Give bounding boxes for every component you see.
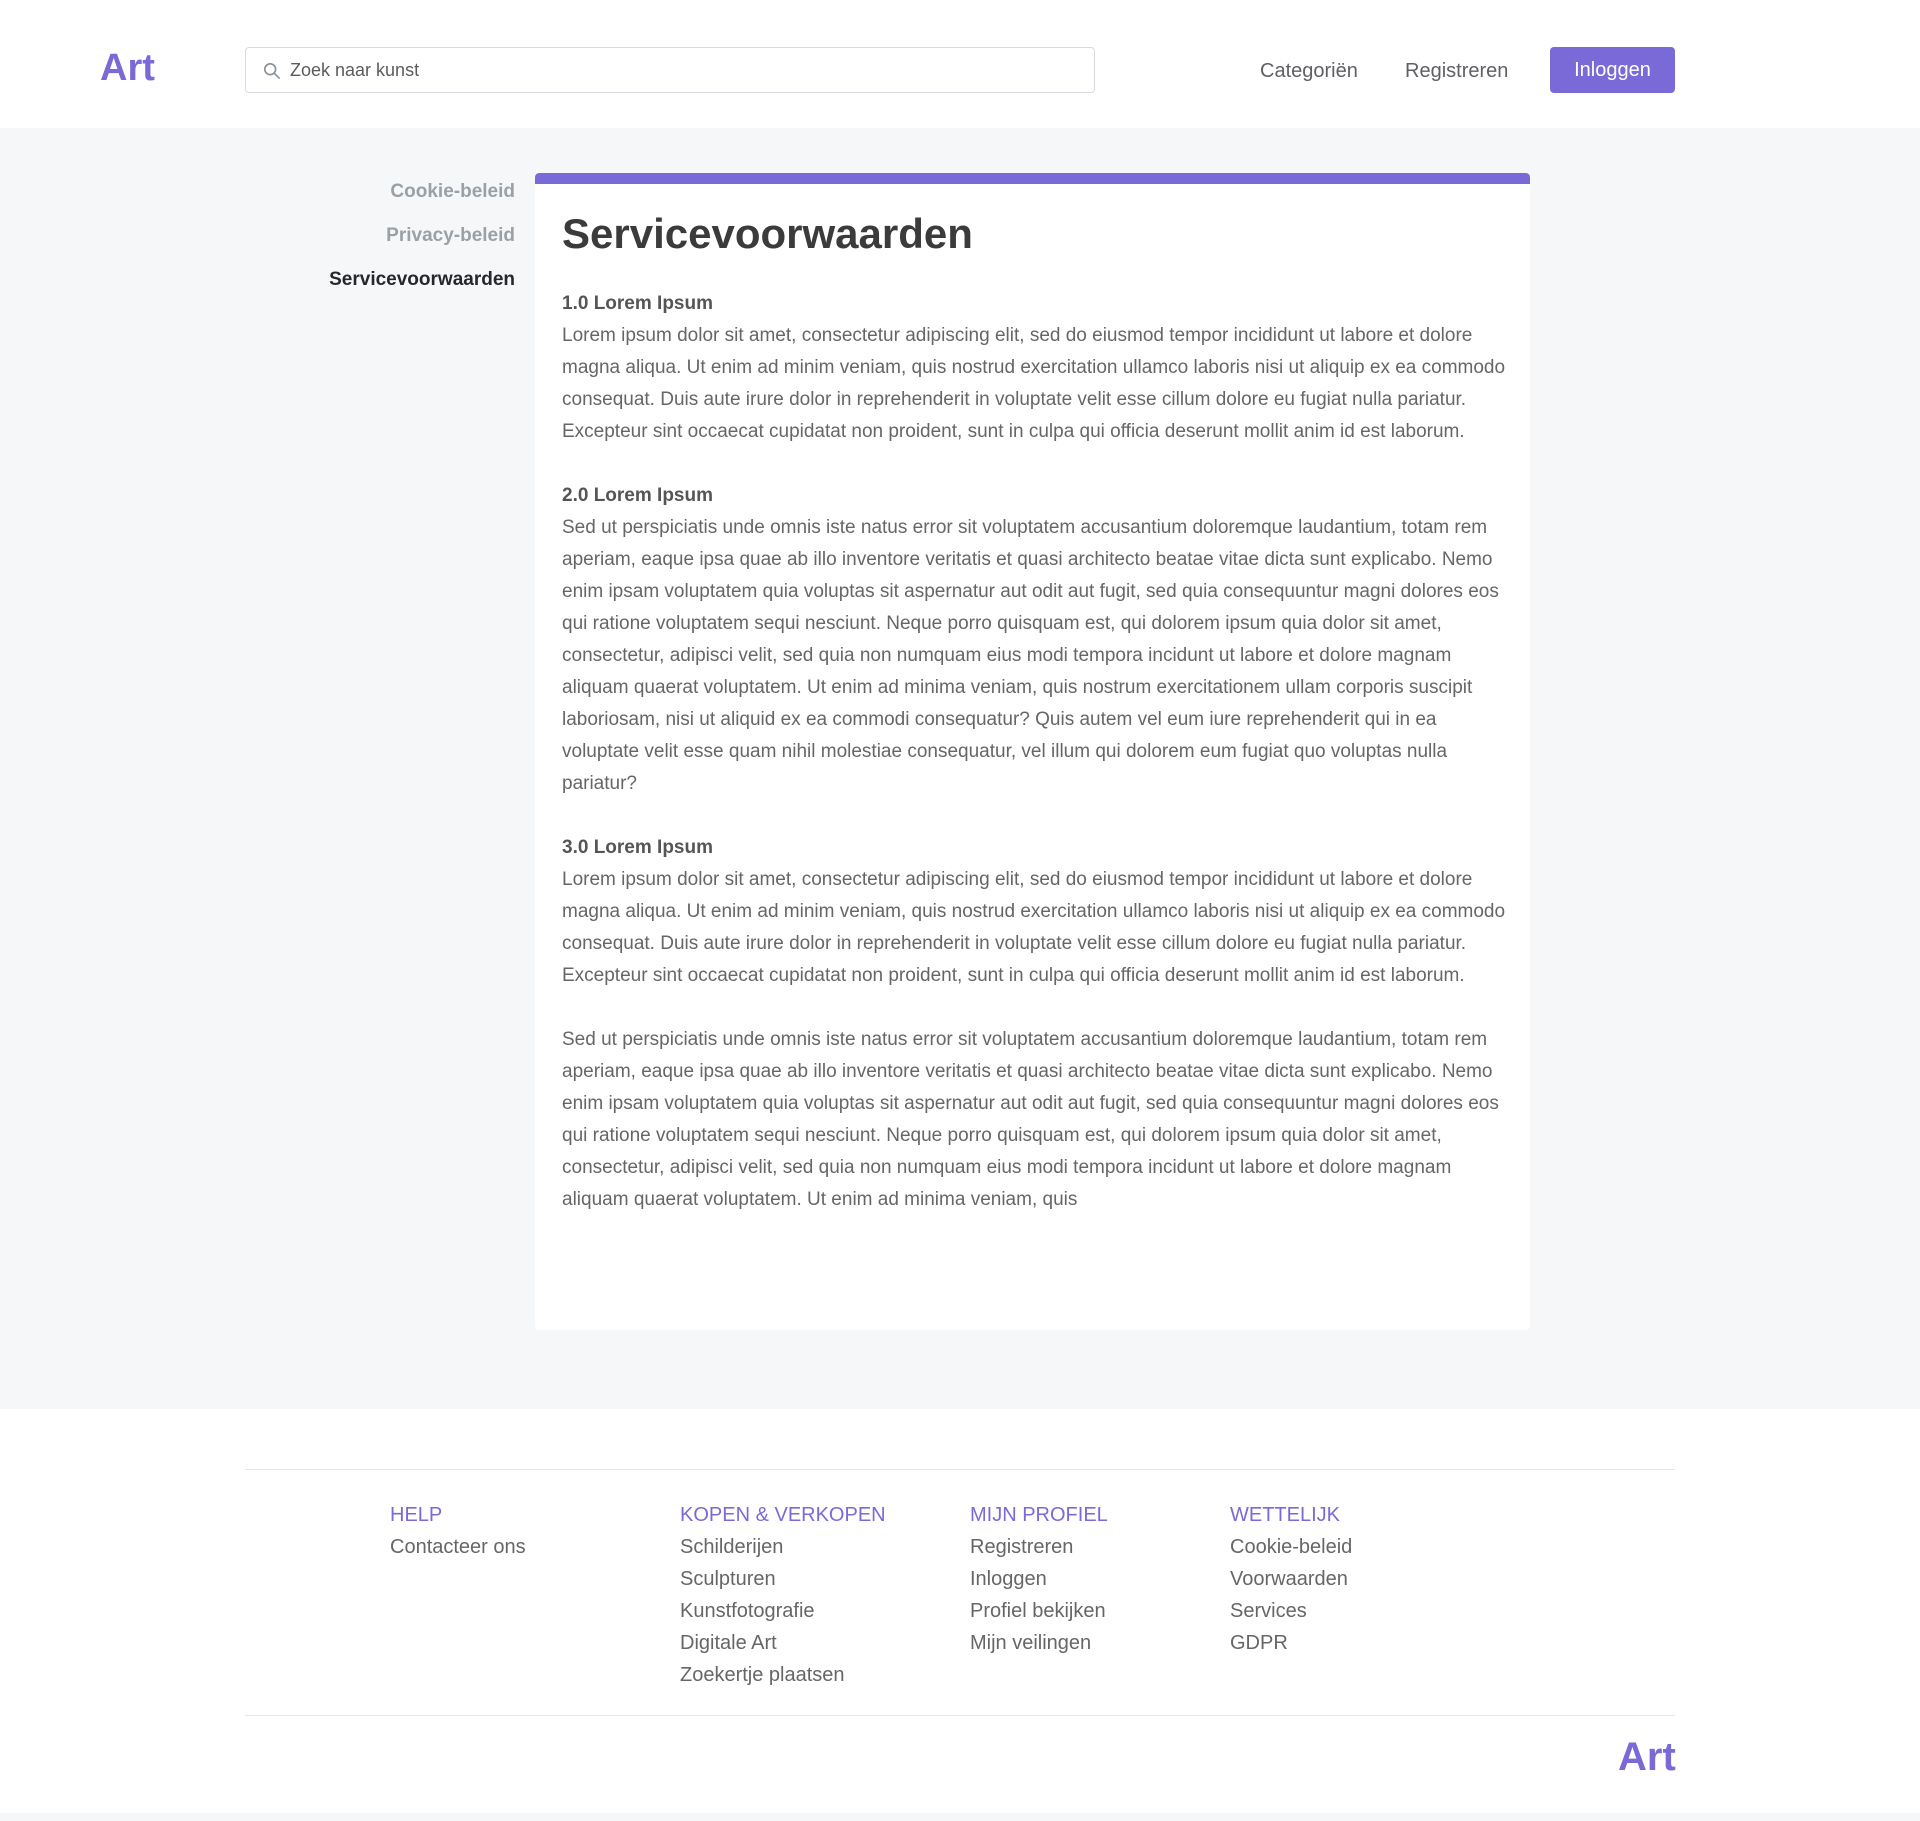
terms-body: 1.0 Lorem Ipsum Lorem ipsum dolor sit am… xyxy=(562,288,1507,1248)
footer-column-buy-sell: KOPEN & VERKOPEN Schilderijen Sculpturen… xyxy=(680,1499,886,1691)
footer-link-services[interactable]: Services xyxy=(1230,1595,1352,1627)
nav-register-link[interactable]: Registreren xyxy=(1405,59,1508,83)
terms-section: Sed ut perspiciatis unde omnis iste natu… xyxy=(562,1024,1507,1216)
footer-link-gdpr[interactable]: GDPR xyxy=(1230,1627,1352,1659)
footer-column-my-profile: MIJN PROFIEL Registreren Inloggen Profie… xyxy=(970,1499,1108,1659)
logo[interactable]: Art xyxy=(100,44,155,92)
footer-divider xyxy=(245,1715,1675,1716)
section-heading: 3.0 Lorem Ipsum xyxy=(562,837,713,858)
site-footer: HELP Contacteer ons KOPEN & VERKOPEN Sch… xyxy=(0,1409,1920,1813)
footer-heading: MIJN PROFIEL xyxy=(970,1504,1108,1526)
footer-column-help: HELP Contacteer ons xyxy=(390,1499,526,1563)
search-box[interactable] xyxy=(245,47,1095,93)
accent-bar xyxy=(535,173,1530,184)
footer-heading: WETTELIJK xyxy=(1230,1504,1341,1526)
page-title: Servicevoorwaarden xyxy=(562,210,973,257)
sidebar-item-privacy-policy[interactable]: Privacy-beleid xyxy=(260,214,515,258)
footer-heading: KOPEN & VERKOPEN xyxy=(680,1504,886,1526)
footer-divider xyxy=(245,1469,1675,1470)
section-text: Lorem ipsum dolor sit amet, consectetur … xyxy=(562,869,1506,986)
footer-link-view-profile[interactable]: Profiel bekijken xyxy=(970,1595,1108,1627)
footer-logo[interactable]: Art xyxy=(1618,1732,1676,1782)
search-input[interactable] xyxy=(290,48,1080,92)
search-icon xyxy=(263,62,281,80)
site-header: Art Categoriën Registreren Inloggen xyxy=(0,0,1920,128)
sidebar-item-terms-of-service[interactable]: Servicevoorwaarden xyxy=(260,258,515,302)
footer-link-post-listing[interactable]: Zoekertje plaatsen xyxy=(680,1659,886,1691)
terms-section: 3.0 Lorem Ipsum Lorem ipsum dolor sit am… xyxy=(562,832,1507,992)
footer-link-cookie-policy[interactable]: Cookie-beleid xyxy=(1230,1531,1352,1563)
login-button[interactable]: Inloggen xyxy=(1550,47,1675,93)
footer-link-contact[interactable]: Contacteer ons xyxy=(390,1531,526,1563)
sidebar-item-cookie-policy[interactable]: Cookie-beleid xyxy=(260,170,515,214)
footer-link-paintings[interactable]: Schilderijen xyxy=(680,1531,886,1563)
section-text: Sed ut perspiciatis unde omnis iste natu… xyxy=(562,1029,1499,1210)
footer-heading: HELP xyxy=(390,1504,443,1526)
nav-categories-link[interactable]: Categoriën xyxy=(1260,59,1358,83)
section-heading: 1.0 Lorem Ipsum xyxy=(562,293,713,314)
footer-link-register[interactable]: Registreren xyxy=(970,1531,1108,1563)
terms-section: 2.0 Lorem Ipsum Sed ut perspiciatis unde… xyxy=(562,480,1507,800)
footer-link-art-photography[interactable]: Kunstfotografie xyxy=(680,1595,886,1627)
terms-content-card: Servicevoorwaarden 1.0 Lorem Ipsum Lorem… xyxy=(535,173,1530,1330)
terms-section: 1.0 Lorem Ipsum Lorem ipsum dolor sit am… xyxy=(562,288,1507,448)
footer-column-legal: WETTELIJK Cookie-beleid Voorwaarden Serv… xyxy=(1230,1499,1352,1659)
section-text: Sed ut perspiciatis unde omnis iste natu… xyxy=(562,517,1499,794)
section-heading: 2.0 Lorem Ipsum xyxy=(562,485,713,506)
footer-link-login[interactable]: Inloggen xyxy=(970,1563,1108,1595)
section-text: Lorem ipsum dolor sit amet, consectetur … xyxy=(562,325,1506,442)
footer-link-digital-art[interactable]: Digitale Art xyxy=(680,1627,886,1659)
footer-link-my-auctions[interactable]: Mijn veilingen xyxy=(970,1627,1108,1659)
footer-link-terms[interactable]: Voorwaarden xyxy=(1230,1563,1352,1595)
legal-sidebar: Cookie-beleid Privacy-beleid Servicevoor… xyxy=(260,170,515,302)
footer-link-sculptures[interactable]: Sculpturen xyxy=(680,1563,886,1595)
